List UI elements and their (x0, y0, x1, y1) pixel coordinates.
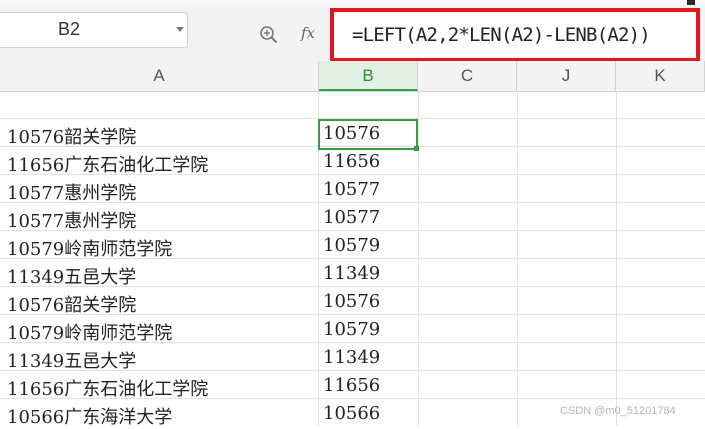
table-row: 11656广东石油化工学院 11656 (0, 371, 705, 401)
cell-b[interactable]: 10577 (323, 179, 380, 200)
table-row: 11349五邑大学 11349 (0, 343, 705, 373)
active-cell-border (318, 119, 418, 150)
cell-a[interactable]: 10576韶关学院 (7, 291, 136, 317)
cell-a[interactable]: 11656广东石油化工学院 (7, 375, 208, 401)
cell-a[interactable]: 10577惠州学院 (7, 207, 136, 233)
cell-a[interactable]: 11349五邑大学 (7, 347, 136, 373)
table-row: 10576韶关学院 10576 (0, 287, 705, 317)
function-icon[interactable]: fx (301, 24, 315, 42)
table-row: 10577惠州学院 10577 (0, 203, 705, 233)
table-row: 10577惠州学院 10577 (0, 175, 705, 205)
spreadsheet-grid[interactable]: 10576韶关学院 10576 11656广东石油化工学院 11656 1057… (0, 91, 705, 429)
cell-a[interactable]: 10579岭南师范学院 (7, 235, 172, 261)
cell-b[interactable]: 10576 (323, 291, 380, 312)
cell-b[interactable]: 11656 (323, 151, 380, 172)
cell-b[interactable]: 10579 (323, 319, 380, 340)
cell-b[interactable]: 10579 (323, 235, 380, 256)
window-corner-mark (687, 0, 695, 5)
table-row: 10579岭南师范学院 10579 (0, 315, 705, 345)
cell-b[interactable]: 11349 (323, 263, 380, 284)
table-row: 11349五邑大学 11349 (0, 259, 705, 289)
cell-b[interactable]: 10577 (323, 207, 380, 228)
cell-a[interactable]: 10566广东海洋大学 (7, 403, 172, 429)
watermark: CSDN @m0_51201784 (560, 405, 676, 417)
cell-b[interactable]: 11349 (323, 347, 380, 368)
chevron-down-icon[interactable] (176, 27, 184, 32)
fill-handle[interactable] (414, 146, 419, 151)
name-box-value: B2 (58, 19, 81, 39)
column-header-b[interactable]: B (319, 61, 418, 91)
table-row (0, 91, 705, 119)
column-header-k[interactable]: K (616, 61, 705, 91)
column-header-row: A B C J K (0, 61, 705, 92)
cell-b[interactable]: 10566 (323, 403, 380, 424)
cell-b[interactable]: 11656 (323, 375, 380, 396)
cell-a[interactable]: 10579岭南师范学院 (7, 319, 172, 345)
column-header-a[interactable]: A (0, 61, 319, 91)
formula-input[interactable]: =LEFT(A2,2*LEN(A2)-LENB(A2)) (330, 8, 700, 62)
table-row: 11656广东石油化工学院 11656 (0, 147, 705, 177)
cell-a[interactable]: 11656广东石油化工学院 (7, 151, 208, 177)
cell-a[interactable]: 10577惠州学院 (7, 179, 136, 205)
zoom-icon[interactable] (259, 25, 279, 45)
cell-a[interactable]: 11349五邑大学 (7, 263, 136, 289)
column-header-c[interactable]: C (418, 61, 517, 91)
formula-text: =LEFT(A2,2*LEN(A2)-LENB(A2)) (352, 24, 651, 46)
cell-a[interactable]: 10576韶关学院 (7, 123, 136, 149)
column-header-j[interactable]: J (517, 61, 616, 91)
table-row: 10579岭南师范学院 10579 (0, 231, 705, 261)
name-box[interactable]: B2 (0, 12, 188, 48)
formula-bar: B2 fx =LEFT(A2,2*LEN(A2)-LENB(A2)) (0, 6, 705, 62)
